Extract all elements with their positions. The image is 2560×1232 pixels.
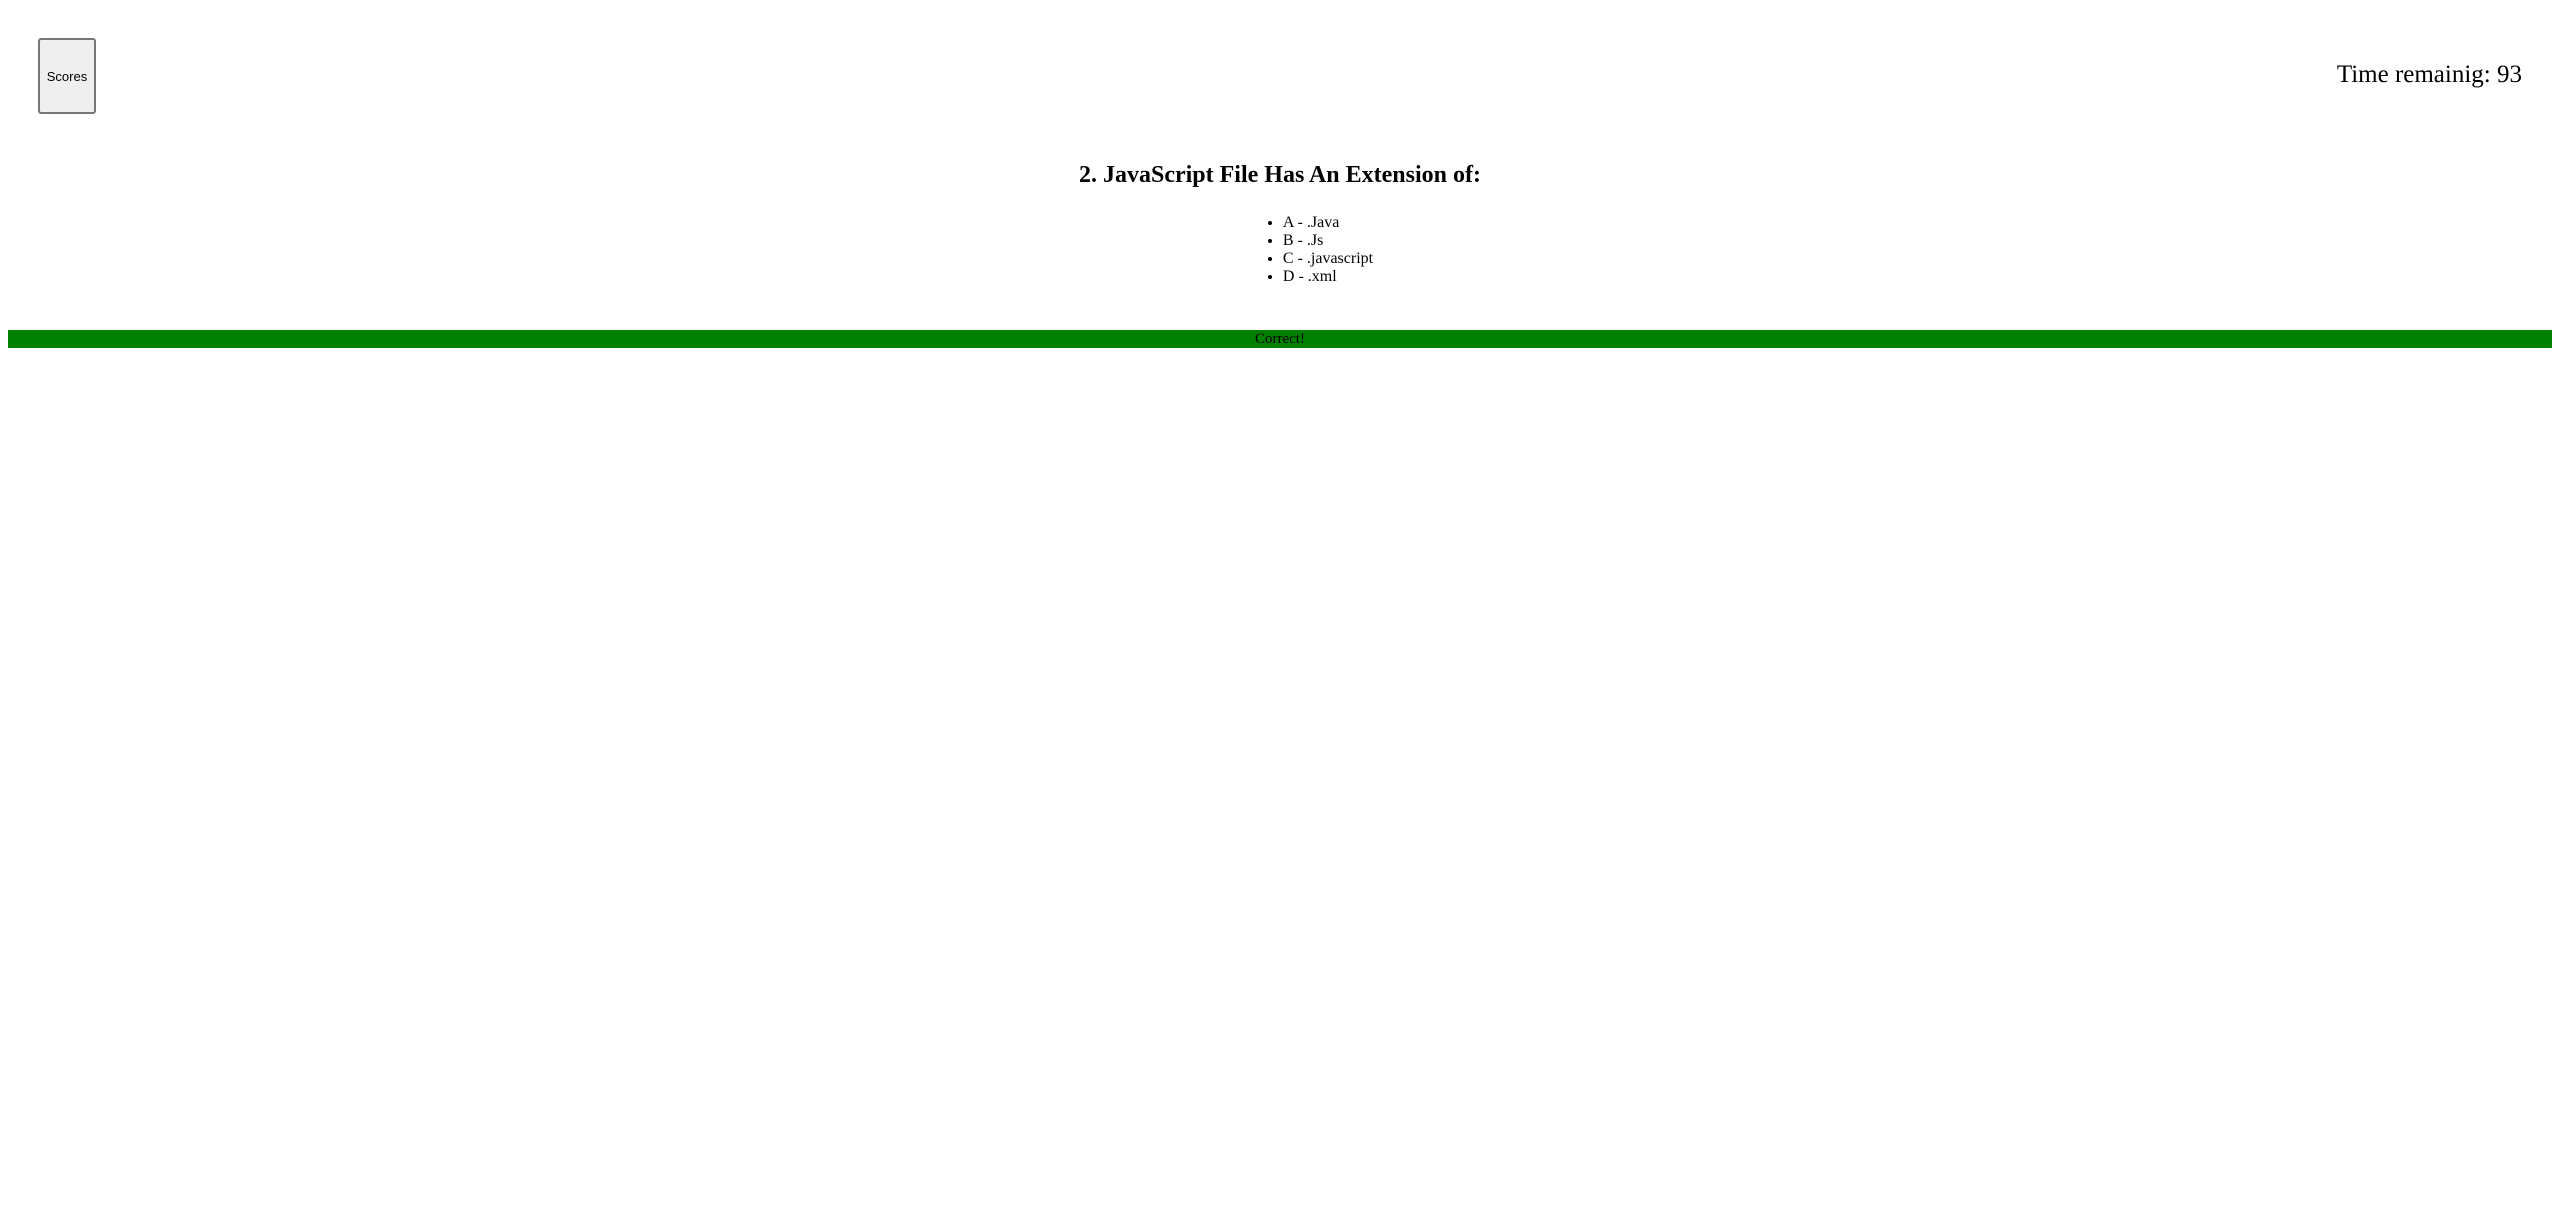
scores-button[interactable]: Scores [38,38,96,114]
quiz-page: Scores Time remainig: 93 2. JavaScript F… [0,0,2560,1232]
answer-choice-b[interactable]: B - .Js [1283,232,1373,250]
time-remaining: Time remainig: 93 [2336,61,2522,88]
answer-choice-d[interactable]: D - .xml [1283,268,1373,286]
header: Scores Time remainig: 93 [0,0,2560,150]
feedback-bar: Correct! [8,330,2552,348]
question-title: 2. JavaScript File Has An Extension of: [1078,162,1481,188]
answer-choices: A - .Java B - .Js C - .javascript D - .x… [1283,214,1373,286]
question-block: 2. JavaScript File Has An Extension of: … [0,160,2560,286]
answer-choice-c[interactable]: C - .javascript [1283,250,1373,268]
answer-choice-a[interactable]: A - .Java [1283,214,1373,232]
